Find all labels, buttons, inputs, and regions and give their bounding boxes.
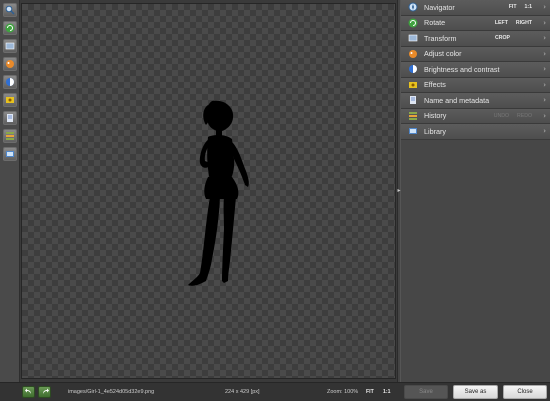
zoom-level: Zoom: 100%: [327, 389, 359, 395]
panel-row-effects[interactable]: Effects ›: [401, 77, 550, 93]
history-icon: [6, 132, 14, 140]
chevron-right-icon: ›: [543, 80, 546, 89]
history-icon: [407, 110, 418, 121]
name-metadata-icon: [407, 95, 418, 106]
history-tool-button[interactable]: [3, 129, 17, 143]
brightness-contrast-icon: [407, 64, 418, 75]
panel-row-adjust-color[interactable]: Adjust color ›: [401, 46, 550, 62]
tool-sidebar: [0, 0, 20, 382]
rotate-tool-button[interactable]: [3, 21, 17, 35]
panel-row-brightness-contrast[interactable]: Brightness and contrast ›: [401, 62, 550, 78]
navigator-fit-option[interactable]: FIT: [509, 4, 517, 10]
panel-row-label: Name and metadata: [424, 95, 490, 105]
navigator-icon: [407, 2, 418, 13]
transform-tool-button[interactable]: [3, 39, 17, 53]
transform-icon: [5, 42, 15, 50]
chevron-right-icon: ›: [543, 18, 546, 27]
adjust-color-tool-button[interactable]: [3, 57, 17, 71]
zoom-fit-option[interactable]: FIT: [366, 389, 374, 395]
zoom-icon: [5, 5, 15, 15]
transform-crop-option[interactable]: CROP: [495, 35, 510, 41]
image-dimensions: 224 x 429 [px]: [225, 389, 260, 395]
save-button[interactable]: Save: [404, 385, 448, 399]
panel-row-label: Effects: [424, 80, 446, 90]
chevron-right-icon: ›: [543, 34, 546, 43]
panel-row-label: Adjust color: [424, 49, 462, 59]
panel-row-label: Library: [424, 126, 446, 136]
library-tool-button[interactable]: [3, 147, 17, 161]
zoom-one-to-one-option[interactable]: 1:1: [383, 389, 391, 395]
redo-arrow-icon: [42, 388, 49, 394]
history-redo-option[interactable]: REDO: [517, 113, 532, 119]
redo-button[interactable]: [38, 386, 51, 398]
panel-row-label: Transform: [424, 33, 457, 43]
image-canvas[interactable]: [21, 3, 396, 379]
history-undo-option[interactable]: UNDO: [494, 113, 509, 119]
image-filename: images/Girl-1_4e524d05d32e9.png: [68, 389, 155, 395]
panel-row-name-metadata[interactable]: Name and metadata ›: [401, 93, 550, 109]
effects-tool-button[interactable]: [3, 93, 17, 107]
save-as-button[interactable]: Save as: [453, 385, 498, 399]
undo-button[interactable]: [22, 386, 35, 398]
panel-row-navigator[interactable]: Navigator FIT 1:1 ›: [401, 0, 550, 16]
library-icon: [6, 151, 14, 157]
chevron-right-icon: ›: [543, 127, 546, 136]
zoom-tool-button[interactable]: [3, 3, 17, 17]
rotate-icon: [5, 23, 15, 33]
brightness-contrast-icon: [6, 78, 14, 86]
navigator-one-to-one-option[interactable]: 1:1: [525, 4, 533, 10]
rotate-right-option[interactable]: RIGHT: [516, 20, 532, 26]
rotate-icon: [407, 17, 418, 28]
chevron-right-icon: ›: [543, 65, 546, 74]
brightness-contrast-tool-button[interactable]: [3, 75, 17, 89]
close-button[interactable]: Close: [503, 385, 547, 399]
name-metadata-tool-button[interactable]: [3, 111, 17, 125]
girl-silhouette-image: [188, 100, 249, 286]
effects-icon: [6, 97, 14, 103]
name-metadata-icon: [7, 114, 13, 122]
effects-icon: [407, 79, 418, 90]
panel-row-library[interactable]: Library ›: [401, 124, 550, 140]
rotate-left-option[interactable]: LEFT: [495, 20, 508, 26]
undo-arrow-icon: [24, 388, 31, 394]
chevron-right-icon: ›: [543, 49, 546, 58]
adjust-color-icon: [407, 48, 418, 59]
library-icon: [407, 126, 418, 137]
panel-row-label: Brightness and contrast: [424, 64, 500, 74]
panel-row-label: Rotate: [424, 18, 446, 28]
panel-row-label: Navigator: [424, 2, 455, 12]
chevron-right-icon: ›: [543, 96, 546, 105]
adjust-color-icon: [6, 60, 14, 68]
tools-panel: Navigator FIT 1:1 › Rotate LEFT RIGHT › …: [401, 0, 550, 382]
chevron-right-icon: ›: [543, 111, 546, 120]
panel-row-history[interactable]: History UNDO REDO ›: [401, 108, 550, 124]
panel-row-transform[interactable]: Transform CROP ›: [401, 31, 550, 47]
transform-icon: [407, 33, 418, 44]
chevron-right-icon: ›: [543, 3, 546, 12]
panel-row-rotate[interactable]: Rotate LEFT RIGHT ›: [401, 15, 550, 31]
status-bar: images/Girl-1_4e524d05d32e9.png 224 x 42…: [0, 382, 550, 401]
panel-row-label: History: [424, 111, 447, 121]
